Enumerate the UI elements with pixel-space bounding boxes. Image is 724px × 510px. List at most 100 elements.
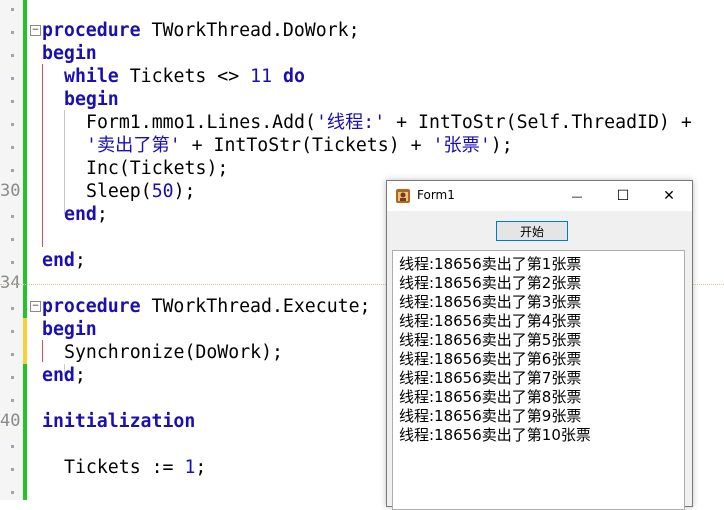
memo-line: 线程:18656卖出了第1张票: [399, 255, 582, 273]
window-title: Form1: [417, 188, 455, 202]
memo-line: 线程:18656卖出了第10张票: [399, 426, 591, 444]
gutter-dot: [11, 31, 14, 34]
code-text: ;: [74, 250, 86, 271]
gutter-dot: [11, 169, 14, 172]
close-button[interactable]: ✕: [646, 181, 692, 211]
minimize-button[interactable]: —: [554, 181, 600, 211]
fold-toggle-icon[interactable]: −: [30, 25, 41, 36]
keyword: end: [42, 250, 75, 271]
keyword: end: [42, 365, 75, 386]
memo-line: 线程:18656卖出了第3张票: [399, 293, 582, 311]
gutter-dot: [11, 445, 14, 448]
string-literal: '线程:': [315, 112, 386, 133]
change-bar-modified: [23, 318, 27, 364]
keyword: end: [64, 204, 97, 225]
code-text: TWorkThread.DoWork;: [140, 20, 360, 41]
start-button[interactable]: 开始: [496, 221, 568, 241]
code-text: Form1.mmo1.Lines.Add(: [86, 112, 316, 133]
gutter-dot: [11, 100, 14, 103]
gutter-dot: [11, 146, 14, 149]
gutter-dot: [11, 353, 14, 356]
memo-line: 线程:18656卖出了第4张票: [399, 312, 582, 330]
code-line[interactable]: procedure TWorkThread.DoWork;: [42, 19, 360, 42]
gutter-dot: [11, 261, 14, 264]
gutter-dot: [11, 399, 14, 402]
gutter-dot: [11, 123, 14, 126]
code-line[interactable]: Tickets := 1;: [64, 456, 206, 479]
gutter-dot: [11, 376, 14, 379]
code-text: ;: [195, 457, 207, 478]
code-text: TWorkThread.Execute;: [140, 296, 371, 317]
gutter-dot: [11, 468, 14, 471]
code-line[interactable]: Sleep(50);: [86, 180, 196, 203]
memo-line: 线程:18656卖出了第9张票: [399, 407, 582, 425]
code-line[interactable]: procedure TWorkThread.Execute;: [42, 295, 371, 318]
gutter-dot: [11, 215, 14, 218]
code-text: ;: [74, 365, 86, 386]
block-marker-line: [42, 340, 43, 362]
keyword: initialization: [42, 411, 196, 432]
gutter-dot: [11, 238, 14, 241]
code-text: Sleep(: [86, 181, 152, 202]
line-number-40: 40: [0, 411, 21, 431]
string-literal: '张票': [432, 135, 491, 156]
code-line[interactable]: begin: [64, 88, 119, 111]
code-text: Synchronize(DoWork);: [64, 342, 283, 363]
code-text: + IntToStr(Self.ThreadID) +: [385, 112, 692, 133]
gutter-dot: [11, 491, 14, 494]
code-line[interactable]: end;: [42, 364, 86, 387]
code-line[interactable]: end;: [42, 249, 86, 272]
keyword: while: [64, 66, 119, 87]
line-number-30: 30: [0, 181, 21, 201]
code-line[interactable]: '卖出了第' + IntToStr(Tickets) + '张票');: [86, 134, 513, 157]
keyword: do: [272, 66, 305, 87]
maximize-button[interactable]: ☐: [600, 181, 646, 211]
number-literal: 50: [151, 181, 174, 202]
code-text: ;: [96, 204, 108, 225]
close-icon: ✕: [663, 188, 675, 204]
code-text: Inc(Tickets);: [86, 158, 229, 179]
code-line[interactable]: begin: [42, 42, 97, 65]
memo-output[interactable]: 线程:18656卖出了第1张票 线程:18656卖出了第2张票 线程:18656…: [392, 250, 685, 510]
keyword: procedure: [42, 296, 141, 317]
block-marker-line: [42, 64, 43, 247]
memo-line: 线程:18656卖出了第6张票: [399, 350, 582, 368]
code-line[interactable]: end;: [64, 203, 108, 226]
keyword: begin: [64, 89, 119, 110]
code-line[interactable]: Form1.mmo1.Lines.Add('线程:' + IntToStr(Se…: [86, 111, 692, 134]
gutter-dot: [11, 54, 14, 57]
gutter-dot: [11, 307, 14, 310]
code-line[interactable]: while Tickets <> 11 do: [64, 65, 305, 88]
number-literal: 1: [184, 457, 196, 478]
memo-line: 线程:18656卖出了第7张票: [399, 369, 582, 387]
keyword: begin: [42, 43, 97, 64]
string-literal: '卖出了第': [86, 135, 181, 156]
fold-toggle-icon[interactable]: −: [30, 301, 41, 312]
memo-line: 线程:18656卖出了第8张票: [399, 388, 582, 406]
maximize-icon: ☐: [616, 188, 630, 204]
code-text: );: [173, 181, 196, 202]
change-bar-saved: [23, 0, 27, 500]
line-number-34: 34: [0, 273, 21, 293]
memo-line: 线程:18656卖出了第5张票: [399, 331, 582, 349]
gutter-dot: [11, 77, 14, 80]
code-line[interactable]: initialization: [42, 410, 195, 433]
gutter-dot: [11, 330, 14, 333]
title-bar[interactable]: Form1 — ☐ ✕: [387, 181, 692, 211]
indent-guide: [64, 110, 65, 214]
code-text: + IntToStr(Tickets) +: [180, 135, 433, 156]
keyword: begin: [42, 319, 97, 340]
memo-line: 线程:18656卖出了第2张票: [399, 274, 582, 292]
minimize-icon: —: [571, 190, 583, 203]
code-text: Tickets :=: [64, 457, 185, 478]
delphi-app-icon: [396, 189, 410, 203]
number-literal: 11: [250, 66, 273, 87]
gutter-dot: [11, 8, 14, 11]
code-line[interactable]: Synchronize(DoWork);: [64, 341, 283, 364]
code-line[interactable]: begin: [42, 318, 97, 341]
code-line[interactable]: Inc(Tickets);: [86, 157, 228, 180]
keyword: procedure: [42, 20, 141, 41]
code-text: Tickets <>: [118, 66, 251, 87]
form1-window[interactable]: Form1 — ☐ ✕ 开始 线程:18656卖出了第1张票 线程:18656卖…: [386, 180, 693, 510]
code-text: );: [490, 135, 513, 156]
